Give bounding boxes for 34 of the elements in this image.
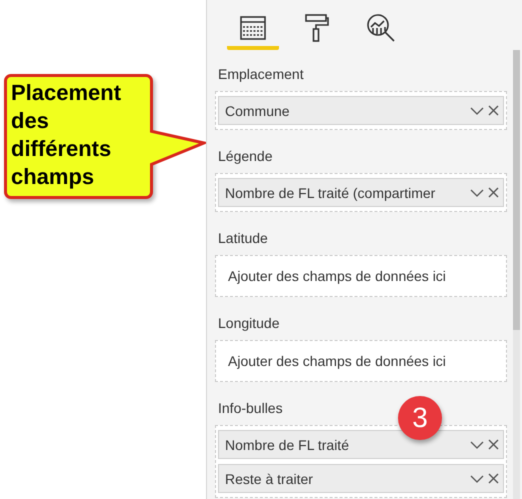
drop-zone[interactable]: Commune: [215, 91, 507, 130]
field-name: Reste à traiter: [225, 470, 314, 486]
chevron-down-icon[interactable]: [470, 440, 484, 448]
field-chip[interactable]: Commune: [218, 96, 504, 125]
drop-hint: Ajouter des champs de données ici: [227, 267, 447, 286]
table-icon: [239, 15, 267, 41]
drop-zone[interactable]: Ajouter des champs de données ici: [215, 255, 507, 297]
field-name: Commune: [225, 102, 291, 118]
section-label: Légende: [217, 147, 273, 166]
callout: Placement des différents champs: [4, 74, 153, 199]
field-chip[interactable]: Nombre de FL traité: [218, 430, 504, 459]
scrollbar[interactable]: [513, 50, 520, 499]
drop-zone[interactable]: Ajouter des champs de données ici: [215, 340, 507, 382]
section-label: Emplacement: [217, 65, 304, 84]
section-label: Longitude: [217, 314, 280, 333]
drop-hint: Ajouter des champs de données ici: [227, 352, 447, 371]
paint-roller-icon: [304, 13, 330, 43]
drop-zone[interactable]: Nombre de FL traité (compartimer: [215, 173, 507, 212]
chevron-down-icon[interactable]: [470, 106, 484, 114]
chevron-down-icon[interactable]: [470, 188, 484, 196]
field-name: Nombre de FL traité (compartimer: [225, 184, 436, 200]
section-label: Info-bulles: [217, 399, 283, 418]
chevron-down-icon[interactable]: [470, 474, 484, 482]
magnifier-chart-icon: [366, 13, 396, 43]
field-name: Nombre de FL traité: [225, 436, 350, 452]
field-chip[interactable]: Reste à traiter: [218, 464, 504, 493]
close-icon[interactable]: [488, 187, 499, 198]
scrollbar-thumb[interactable]: [513, 50, 520, 330]
close-icon[interactable]: [488, 473, 499, 484]
close-icon[interactable]: [488, 105, 499, 116]
field-chip[interactable]: Nombre de FL traité (compartimer: [218, 178, 504, 207]
section-label: Latitude: [217, 229, 268, 248]
step-badge: 3: [398, 396, 442, 440]
close-icon[interactable]: [488, 439, 499, 450]
